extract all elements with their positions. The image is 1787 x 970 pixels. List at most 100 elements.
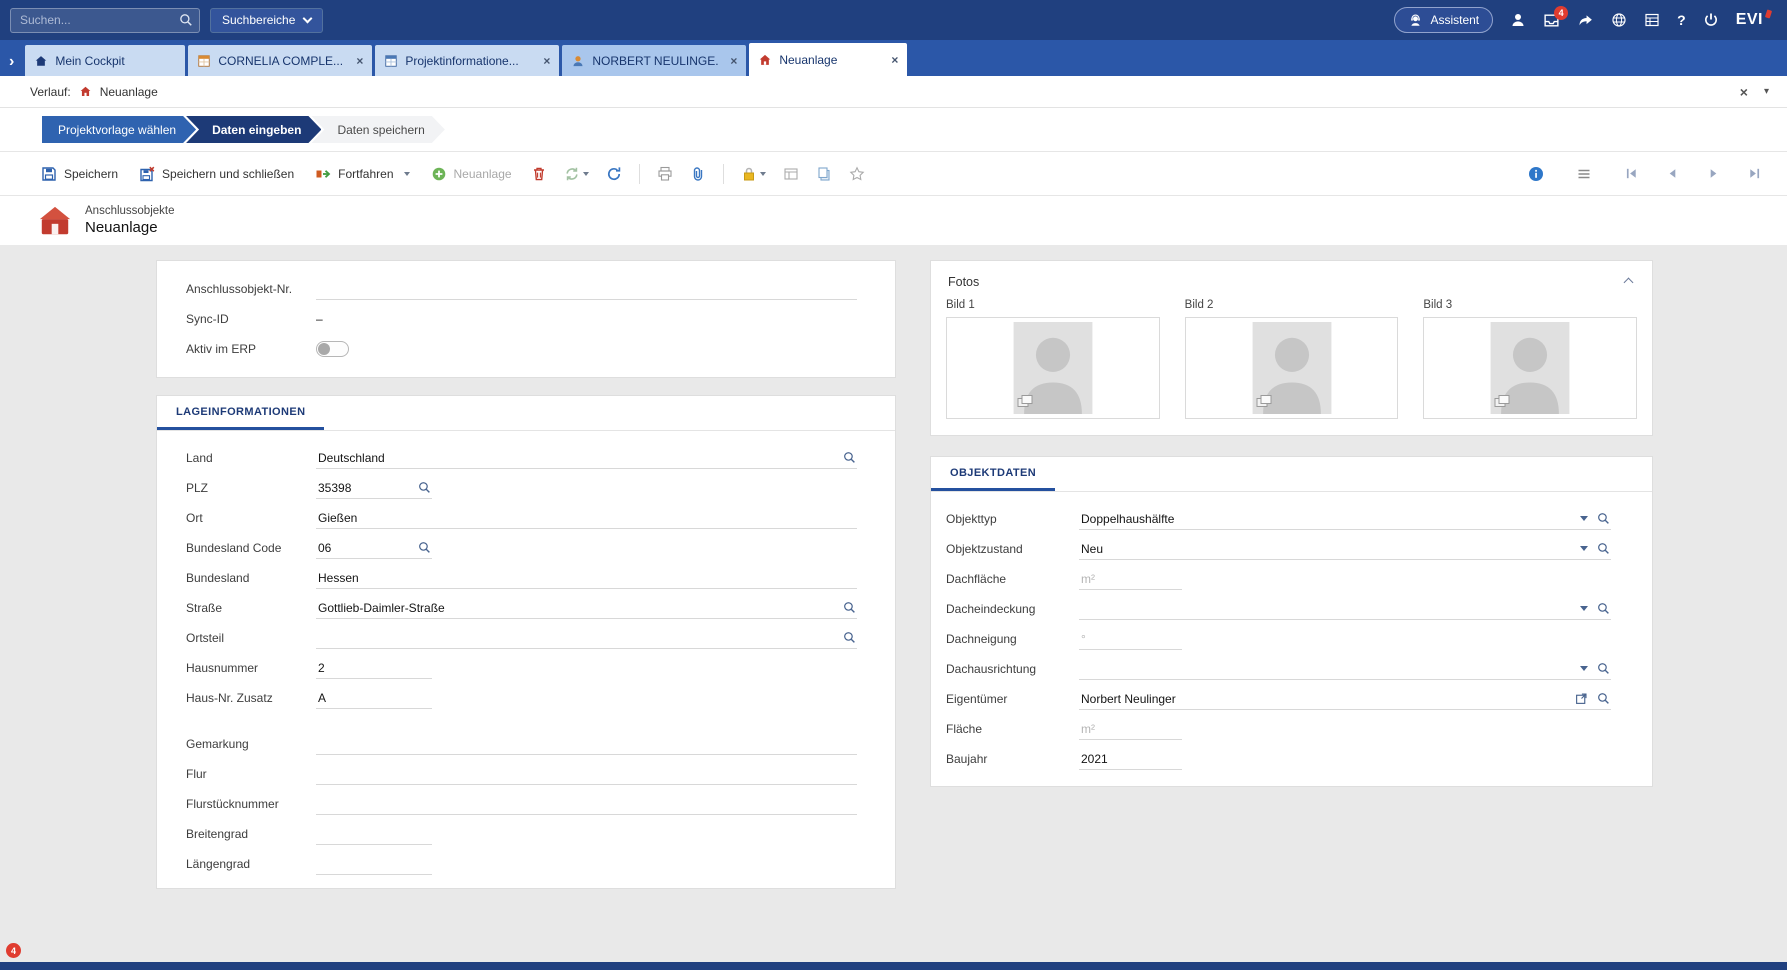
chevron-down-icon[interactable]: [1580, 606, 1588, 611]
search-scope-button[interactable]: Suchbereiche: [210, 8, 323, 33]
tab-lageinformationen[interactable]: LAGEINFORMATIONEN: [157, 396, 324, 430]
nav-first-button[interactable]: [1617, 159, 1646, 189]
open-record-icon[interactable]: [1575, 692, 1588, 705]
chevron-down-icon[interactable]: [1580, 666, 1588, 671]
tab-norbert-neulinger[interactable]: NORBERT NEULINGE... ×: [562, 45, 746, 76]
foto-upload-bild-2[interactable]: [1185, 317, 1399, 419]
baujahr-field[interactable]: 2021: [1079, 749, 1182, 770]
forward-arrow-icon[interactable]: [1577, 12, 1594, 29]
objekttyp-field[interactable]: Doppelhaushälfte: [1079, 509, 1611, 530]
dataset-button[interactable]: [776, 159, 806, 189]
ortsteil-field[interactable]: [316, 628, 857, 649]
assistant-button[interactable]: Assistent: [1394, 7, 1493, 33]
inbox-icon[interactable]: 4: [1543, 12, 1560, 29]
tab-objektdaten[interactable]: OBJEKTDATEN: [931, 457, 1055, 491]
step-daten-speichern[interactable]: Daten speichern: [311, 116, 444, 143]
add-image-icon[interactable]: [1256, 394, 1272, 410]
nav-next-button[interactable]: [1699, 159, 1728, 189]
lookup-icon[interactable]: [418, 481, 431, 494]
step-daten-eingeben[interactable]: Daten eingeben: [186, 116, 321, 143]
step-projektvorlage-waehlen[interactable]: Projektvorlage wählen: [42, 116, 196, 143]
aktiv-im-erp-toggle[interactable]: [316, 341, 349, 357]
eigentuemer-field[interactable]: Norbert Neulinger: [1079, 689, 1611, 710]
chevron-down-icon[interactable]: [1580, 516, 1588, 521]
close-icon[interactable]: ×: [1740, 85, 1748, 99]
flurstuecknummer-field[interactable]: [316, 794, 857, 815]
chevron-down-icon[interactable]: [583, 172, 589, 176]
tab-close-icon[interactable]: ×: [886, 53, 898, 67]
anschlussobjekt-nr-field[interactable]: [316, 279, 857, 300]
tabs-overflow-chevron[interactable]: ›: [6, 54, 22, 76]
globe-icon[interactable]: [1611, 12, 1627, 28]
land-field[interactable]: Deutschland: [316, 448, 857, 469]
save-close-button[interactable]: Speichern und schließen: [130, 159, 303, 189]
lookup-icon[interactable]: [843, 451, 856, 464]
tab-close-icon[interactable]: ×: [351, 54, 363, 68]
ort-field[interactable]: Gießen: [316, 508, 857, 529]
copy-button[interactable]: [809, 159, 839, 189]
print-button[interactable]: [650, 159, 680, 189]
save-button[interactable]: Speichern: [32, 159, 127, 189]
power-icon[interactable]: [1703, 12, 1719, 28]
lookup-icon[interactable]: [1597, 602, 1610, 615]
lookup-icon[interactable]: [1597, 512, 1610, 525]
plz-field[interactable]: 35398: [316, 478, 432, 499]
foto-upload-bild-3[interactable]: [1423, 317, 1637, 419]
lookup-icon[interactable]: [1597, 662, 1610, 675]
strasse-field[interactable]: Gottlieb-Daimler-Straße: [316, 598, 857, 619]
user-icon[interactable]: [1510, 12, 1526, 28]
info-button[interactable]: [1521, 159, 1551, 189]
tab-mein-cockpit[interactable]: Mein Cockpit: [25, 45, 185, 76]
search-icon[interactable]: [179, 13, 193, 27]
flaeche-field[interactable]: m²: [1079, 719, 1182, 740]
tab-close-icon[interactable]: ×: [725, 54, 737, 68]
fotos-grid: Bild 1 Bild 2: [931, 289, 1652, 419]
objektzustand-field[interactable]: Neu: [1079, 539, 1611, 560]
new-record-button[interactable]: Neuanlage: [422, 159, 521, 189]
chevron-down-icon[interactable]: [760, 172, 766, 176]
tab-close-icon[interactable]: ×: [538, 54, 550, 68]
refresh-button[interactable]: [599, 159, 629, 189]
tab-projektinformationen[interactable]: Projektinformatione... ×: [375, 45, 559, 76]
dachausrichtung-field[interactable]: [1079, 659, 1611, 680]
hausnummer-field[interactable]: 2: [316, 658, 432, 679]
lookup-icon[interactable]: [843, 631, 856, 644]
haus-nr-zusatz-field[interactable]: A: [316, 688, 432, 709]
sync-button[interactable]: [557, 159, 596, 189]
add-image-icon[interactable]: [1017, 394, 1033, 410]
lookup-icon[interactable]: [1597, 542, 1610, 555]
nav-prev-button[interactable]: [1658, 159, 1687, 189]
lookup-icon[interactable]: [1597, 692, 1610, 705]
add-image-icon[interactable]: [1494, 394, 1510, 410]
search-input[interactable]: [10, 8, 200, 33]
continue-button[interactable]: Fortfahren: [306, 159, 418, 189]
dachflaeche-field[interactable]: m²: [1079, 569, 1182, 590]
flur-field[interactable]: [316, 764, 857, 785]
lookup-icon[interactable]: [418, 541, 431, 554]
lookup-icon[interactable]: [843, 601, 856, 614]
favorite-button[interactable]: [842, 159, 872, 189]
notification-corner-badge[interactable]: 4: [6, 943, 21, 958]
tab-cornelia-comple[interactable]: CORNELIA COMPLE... ×: [188, 45, 372, 76]
foto-upload-bild-1[interactable]: [946, 317, 1160, 419]
dachneigung-field[interactable]: °: [1079, 629, 1182, 650]
history-item[interactable]: Neuanlage: [100, 85, 158, 99]
bundesland-field[interactable]: Hessen: [316, 568, 857, 589]
menu-button[interactable]: [1569, 159, 1599, 189]
gemarkung-field[interactable]: [316, 734, 857, 755]
attachment-button[interactable]: [683, 159, 713, 189]
laengengrad-field[interactable]: [316, 854, 432, 875]
chevron-down-icon[interactable]: [1580, 546, 1588, 551]
delete-button[interactable]: [524, 159, 554, 189]
help-icon[interactable]: ?: [1677, 12, 1686, 28]
bundesland-code-field[interactable]: 06: [316, 538, 432, 559]
chevron-down-icon[interactable]: ▾: [1764, 87, 1769, 97]
tab-neuanlage[interactable]: Neuanlage ×: [749, 43, 907, 76]
lock-button[interactable]: [734, 159, 773, 189]
dacheindeckung-field[interactable]: [1079, 599, 1611, 620]
chevron-down-icon[interactable]: [404, 172, 410, 176]
collapse-chevron-icon[interactable]: [1624, 277, 1634, 287]
breitengrad-field[interactable]: [316, 824, 432, 845]
nav-last-button[interactable]: [1740, 159, 1769, 189]
grid-icon[interactable]: [1644, 12, 1660, 28]
